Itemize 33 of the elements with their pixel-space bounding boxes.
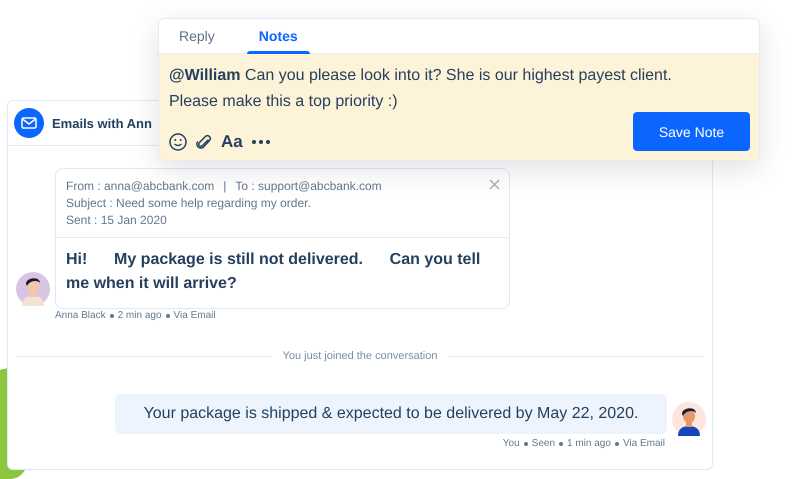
separator-text: | [223, 179, 226, 193]
tab[interactable]: Notes [246, 19, 310, 53]
message-meta: You [502, 438, 520, 449]
email-subject: Subject : Need some help regarding my order. [66, 196, 311, 210]
bullet-dot [166, 314, 170, 318]
message-meta: Seen [532, 438, 556, 449]
message-meta: Via Email [174, 310, 216, 321]
tab[interactable]: Reply [167, 19, 227, 53]
system-message: You just joined the conversation [282, 350, 438, 362]
message-meta: 1 min ago [567, 438, 611, 449]
text-format-button[interactable]: Aa [221, 132, 243, 152]
panel-title: Emails with Ann [52, 116, 152, 130]
customer-avatar [16, 272, 50, 306]
save-note-button[interactable]: Save Note [633, 112, 750, 151]
more-icon[interactable] [252, 140, 270, 144]
note-text: @William Can you please look into it? She is our highest payest client. [169, 66, 673, 86]
email-sent-date: Sent : 15 Jan 2020 [66, 213, 167, 227]
message-meta: Via Email [622, 438, 665, 449]
email-to: To : support@abcbank.com [235, 179, 382, 193]
bullet-dot [110, 314, 114, 318]
note-text: Please make this a top priority :) [169, 92, 399, 112]
paperclip-icon[interactable] [196, 133, 212, 151]
message-meta: Anna Black [55, 310, 106, 321]
bullet-dot [524, 442, 528, 446]
bullet-dot [614, 442, 619, 446]
reply-message: Your package is shipped & expected to be delivered by May 22, 2020. [115, 394, 667, 434]
bullet-dot [559, 442, 564, 446]
envelope-icon [14, 108, 44, 138]
agent-avatar [672, 402, 706, 436]
message-meta: 2 min ago [118, 310, 162, 321]
smiley-icon[interactable] [169, 133, 187, 151]
email-from: From : anna@abcbank.com [66, 179, 214, 193]
email-message: Hi! My package is still not delivered. Can you tell me when it will arrive? [65, 250, 482, 294]
